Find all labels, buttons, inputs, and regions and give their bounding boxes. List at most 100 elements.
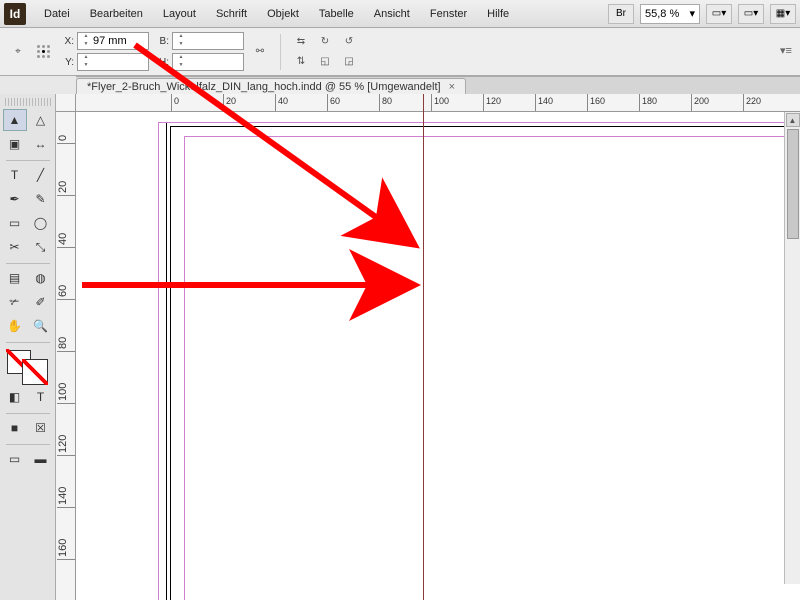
scissors-tool[interactable]: ✂ xyxy=(3,236,27,258)
menu-edit[interactable]: Bearbeiten xyxy=(80,4,153,24)
divider xyxy=(280,34,281,70)
ruler-tick: 180 xyxy=(639,94,657,111)
x-label: X: xyxy=(60,36,74,47)
note-tool[interactable]: ✃ xyxy=(3,291,27,313)
format-text[interactable]: T xyxy=(29,386,53,408)
ruler-tick: 140 xyxy=(535,94,553,111)
column-guide[interactable] xyxy=(423,94,424,600)
menu-type[interactable]: Schrift xyxy=(206,4,257,24)
ruler-tick: 0 xyxy=(57,135,76,144)
gradient-swatch-tool[interactable]: ▤ xyxy=(3,267,27,289)
select-container-icon[interactable]: ◱ xyxy=(315,53,335,71)
pencil-tool[interactable]: ✎ xyxy=(29,188,53,210)
hand-tool[interactable]: ✋ xyxy=(3,315,27,337)
menu-object[interactable]: Objekt xyxy=(257,4,309,24)
reference-point-proxy[interactable] xyxy=(34,36,54,68)
type-tool[interactable]: T xyxy=(3,164,27,186)
document-tab-strip: *Flyer_2-Bruch_Wickelfalz_DIN_lang_hoch.… xyxy=(76,76,800,94)
panel-grip[interactable] xyxy=(5,98,51,106)
ruler-tick: 160 xyxy=(57,539,76,560)
menu-table[interactable]: Tabelle xyxy=(309,4,364,24)
menu-window[interactable]: Fenster xyxy=(420,4,477,24)
ruler-tick: 200 xyxy=(691,94,709,111)
menu-view[interactable]: Ansicht xyxy=(364,4,420,24)
menu-help[interactable]: Hilfe xyxy=(477,4,519,24)
eyedropper-tool[interactable]: ✐ xyxy=(29,291,53,313)
page-tool[interactable]: ▣ xyxy=(3,133,27,155)
ruler-tick: 40 xyxy=(57,233,76,248)
flip-horizontal-icon[interactable]: ⇆ xyxy=(291,33,311,51)
horizontal-ruler[interactable]: 020406080100120140160180200220 xyxy=(76,94,800,112)
document-tab[interactable]: *Flyer_2-Bruch_Wickelfalz_DIN_lang_hoch.… xyxy=(76,78,466,94)
ruler-tick: 220 xyxy=(743,94,761,111)
x-position-field[interactable]: ▲▼ 97 mm xyxy=(77,32,149,50)
arrange-button[interactable]: ▦▾ xyxy=(770,4,796,24)
app-logo: Id xyxy=(4,3,26,25)
ruler-tick: 160 xyxy=(587,94,605,111)
ellipse-tool[interactable]: ◯ xyxy=(29,212,53,234)
ruler-tick: 0 xyxy=(171,94,179,111)
ruler-tick: 20 xyxy=(57,181,76,196)
direct-selection-tool[interactable]: △ xyxy=(29,109,53,131)
view-options-button[interactable]: ▭▾ xyxy=(706,4,732,24)
ruler-tick: 20 xyxy=(223,94,236,111)
chevron-down-icon: ▾ xyxy=(689,7,695,20)
height-field[interactable]: ▲▼ xyxy=(172,53,244,71)
page-area[interactable] xyxy=(76,112,800,600)
menu-bar: Id Datei Bearbeiten Layout Schrift Objek… xyxy=(0,0,800,28)
document-title: *Flyer_2-Bruch_Wickelfalz_DIN_lang_hoch.… xyxy=(87,81,441,93)
control-panel: ⌖ X: ▲▼ 97 mm Y: ▲▼ B: ▲▼ H: xyxy=(0,28,800,76)
gap-tool[interactable]: ↔ xyxy=(29,133,53,155)
zoom-level-field[interactable]: 55,8 % ▾ xyxy=(640,4,700,24)
toolbox: ▲△ ▣↔ T╱ ✒✎ ▭◯ ✂⤡ ▤◍ ✃✐ ✋🔍 ◧T ■☒ ▭▬ xyxy=(0,94,56,600)
select-content-icon[interactable]: ◲ xyxy=(339,53,359,71)
vertical-ruler[interactable]: 020406080100120140160 xyxy=(56,112,76,600)
bridge-button[interactable]: Br xyxy=(608,4,634,24)
close-icon[interactable]: × xyxy=(449,81,455,93)
apply-color-icon[interactable]: ■ xyxy=(3,417,27,439)
align-distribute-group: ⇆ ↻ ↺ ⇅ ◱ ◲ xyxy=(291,33,361,71)
canvas[interactable]: 020406080100120140160180200220 020406080… xyxy=(56,94,800,600)
zoom-tool[interactable]: 🔍 xyxy=(29,315,53,337)
fill-stroke-proxy[interactable] xyxy=(3,350,53,386)
rotate-ccw-icon[interactable]: ↺ xyxy=(339,33,359,51)
menu-file[interactable]: Datei xyxy=(34,4,80,24)
stroke-swatch[interactable] xyxy=(23,360,47,384)
gradient-feather-tool[interactable]: ◍ xyxy=(29,267,53,289)
ruler-tick: 140 xyxy=(57,487,76,508)
pen-tool[interactable]: ✒ xyxy=(3,188,27,210)
stepper-icon[interactable]: ▲▼ xyxy=(81,33,91,49)
control-panel-menu-icon[interactable]: ▾≡ xyxy=(778,30,794,70)
selection-tool[interactable]: ▲ xyxy=(3,109,27,131)
normal-view[interactable]: ▭ xyxy=(3,448,27,470)
stepper-icon[interactable]: ▲▼ xyxy=(81,54,91,70)
rotate-cw-icon[interactable]: ↻ xyxy=(315,33,335,51)
preview-view[interactable]: ▬ xyxy=(29,448,53,470)
ruler-tick: 80 xyxy=(57,337,76,352)
free-transform-tool[interactable]: ⤡ xyxy=(29,236,53,258)
y-label: Y: xyxy=(60,57,74,68)
ruler-tick: 60 xyxy=(57,285,76,300)
margin-guide-inner xyxy=(184,136,800,600)
stepper-icon[interactable]: ▲▼ xyxy=(176,33,186,49)
format-container[interactable]: ◧ xyxy=(3,386,27,408)
cursor-mode-icon[interactable]: ⌖ xyxy=(8,43,28,61)
ruler-tick: 100 xyxy=(431,94,449,111)
menu-layout[interactable]: Layout xyxy=(153,4,206,24)
screen-mode-button[interactable]: ▭▾ xyxy=(738,4,764,24)
vertical-scrollbar[interactable]: ▲ xyxy=(784,112,800,584)
apply-none-icon[interactable]: ☒ xyxy=(29,417,53,439)
width-field[interactable]: ▲▼ xyxy=(172,32,244,50)
ruler-tick: 100 xyxy=(57,383,76,404)
stepper-icon[interactable]: ▲▼ xyxy=(176,54,186,70)
line-tool[interactable]: ╱ xyxy=(29,164,53,186)
rectangle-frame-tool[interactable]: ▭ xyxy=(3,212,27,234)
ruler-origin[interactable] xyxy=(56,94,76,112)
height-label: H: xyxy=(155,57,169,68)
flip-vertical-icon[interactable]: ⇅ xyxy=(291,53,311,71)
constrain-link-icon[interactable]: ⚯ xyxy=(250,43,270,61)
y-position-field[interactable]: ▲▼ xyxy=(77,53,149,71)
ruler-tick: 40 xyxy=(275,94,288,111)
scroll-up-icon[interactable]: ▲ xyxy=(786,113,800,127)
scroll-thumb[interactable] xyxy=(787,129,799,239)
